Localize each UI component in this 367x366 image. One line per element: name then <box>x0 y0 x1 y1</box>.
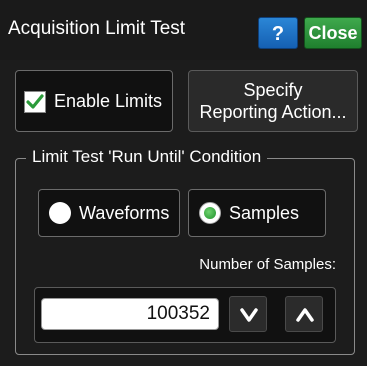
enable-limits-checkbox[interactable] <box>24 91 46 113</box>
waveforms-radio-label: Waveforms <box>79 203 170 223</box>
enable-limits-label: Enable Limits <box>54 91 163 111</box>
help-button[interactable]: ? <box>258 17 298 49</box>
acquisition-limit-test-dialog: Acquisition Limit Test ? Close Enable Li… <box>0 0 367 366</box>
samples-radio-button[interactable]: Samples <box>188 189 326 237</box>
run-until-group: Limit Test 'Run Until' Condition Wavefor… <box>15 147 355 355</box>
number-of-samples-label: Number of Samples: <box>199 256 336 273</box>
number-of-samples-control: 100352 <box>34 287 336 343</box>
specify-reporting-action-label: Specify Reporting Action... <box>189 79 357 123</box>
chevron-down-icon <box>240 308 258 322</box>
chevron-up-icon <box>296 308 314 322</box>
run-until-group-title: Limit Test 'Run Until' Condition <box>26 147 268 167</box>
specify-label-line1: Specify <box>243 80 303 100</box>
title-bar: Acquisition Limit Test ? Close <box>0 0 367 60</box>
samples-radio-circle[interactable] <box>199 202 221 224</box>
enable-limits-button[interactable]: Enable Limits <box>15 70 173 132</box>
check-icon <box>26 94 44 109</box>
samples-radio-label: Samples <box>229 203 300 223</box>
number-of-samples-input[interactable]: 100352 <box>41 298 219 330</box>
waveforms-radio-circle[interactable] <box>49 202 71 224</box>
increment-button[interactable] <box>285 296 323 332</box>
dialog-title: Acquisition Limit Test <box>8 18 186 39</box>
specify-label-line2: Reporting Action... <box>199 102 347 122</box>
waveforms-radio-button[interactable]: Waveforms <box>38 189 180 237</box>
decrement-button[interactable] <box>229 296 267 332</box>
specify-reporting-action-button[interactable]: Specify Reporting Action... <box>188 70 358 132</box>
close-button[interactable]: Close <box>304 17 362 49</box>
